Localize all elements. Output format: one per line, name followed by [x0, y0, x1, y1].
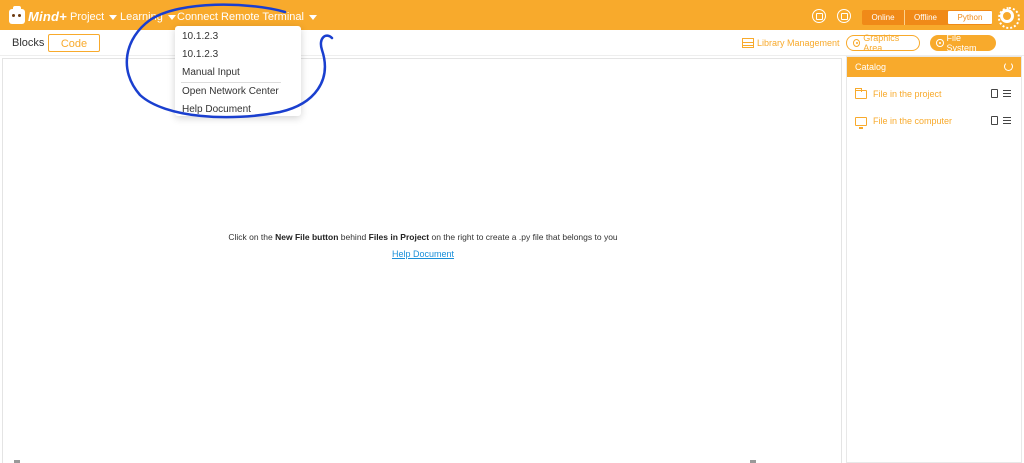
catalog-header: Catalog	[847, 57, 1021, 77]
menu-icon[interactable]	[1003, 90, 1011, 97]
dropdown-item-ip-2[interactable]: 10.1.2.3	[175, 46, 301, 64]
menu-icon[interactable]	[1003, 117, 1011, 124]
empty-hint: Click on the New File button behind File…	[3, 232, 843, 242]
menu-connect-remote-terminal[interactable]: Connect Remote Terminal	[177, 11, 317, 23]
menu-project-label: Project	[70, 11, 105, 23]
menu-learning[interactable]: Learning	[120, 11, 176, 23]
hint-text: Click on the	[228, 232, 276, 242]
hint-text: on the right to create a .py file that b…	[429, 232, 618, 242]
catalog-row-computer[interactable]: File in the computer	[847, 113, 1021, 129]
library-management-button[interactable]: Library Management	[742, 38, 840, 48]
logo-text: Mind+	[28, 8, 67, 24]
palette-icon	[853, 39, 861, 47]
hint-text: behind	[338, 232, 369, 242]
menu-project[interactable]: Project	[70, 11, 118, 23]
new-file-icon[interactable]	[991, 116, 998, 125]
help-document-link-label: Help Document	[391, 249, 455, 259]
graphics-area-button[interactable]: Graphics Area	[846, 33, 920, 53]
refresh-icon[interactable]	[1004, 62, 1013, 71]
library-management-label: Library Management	[757, 38, 840, 48]
catalog-panel: Catalog File in the project File in the …	[846, 56, 1022, 463]
circle-icon[interactable]	[812, 9, 826, 23]
robot-logo-icon	[9, 5, 25, 24]
top-bar: Mind+ Project Learning Connect Remote Te…	[0, 0, 1024, 30]
monitor-icon	[855, 116, 867, 129]
mode-python-button[interactable]: Python	[948, 11, 992, 24]
dropdown-item-manual-input[interactable]: Manual Input	[175, 64, 301, 82]
caret-down-icon	[167, 14, 176, 20]
gear-icon[interactable]	[998, 7, 1020, 29]
hint-bold-files-in-project: Files in Project	[368, 232, 430, 242]
circle-icon[interactable]	[837, 9, 851, 23]
graphics-area-label: Graphics Area	[863, 33, 900, 53]
catalog-row-label: File in the computer	[873, 116, 953, 126]
folder-icon	[855, 87, 867, 99]
palette-icon	[936, 39, 944, 47]
row-actions	[991, 89, 1011, 98]
catalog-row-project[interactable]: File in the project	[847, 86, 1021, 102]
connect-remote-dropdown: 10.1.2.3 10.1.2.3 Manual Input Open Netw…	[175, 26, 301, 116]
hint-bold-new-file: New File button	[275, 232, 339, 242]
catalog-row-label: File in the project	[873, 89, 942, 99]
caret-down-icon	[308, 14, 317, 20]
code-editor-area[interactable]: Click on the New File button behind File…	[2, 58, 842, 463]
dropdown-item-help-document[interactable]: Help Document	[175, 101, 301, 119]
file-system-label: File System	[946, 33, 977, 53]
row-actions	[991, 116, 1011, 125]
help-document-link[interactable]: Help Document	[3, 249, 843, 259]
new-file-icon[interactable]	[991, 89, 998, 98]
tab-code[interactable]: Code	[48, 34, 100, 52]
menu-connect-remote-terminal-label: Connect Remote Terminal	[177, 11, 304, 23]
dropdown-item-open-network-center[interactable]: Open Network Center	[175, 83, 301, 101]
mode-switch: Online Offline Python	[862, 10, 992, 25]
grid-icon	[742, 38, 754, 48]
menu-learning-label: Learning	[120, 11, 163, 23]
mode-offline-button[interactable]: Offline	[904, 10, 946, 25]
app-logo[interactable]: Mind+	[9, 5, 67, 25]
caret-down-icon	[109, 14, 118, 20]
sub-toolbar: Blocks Code Library Management Graphics …	[0, 30, 1024, 56]
dropdown-item-ip-1[interactable]: 10.1.2.3	[175, 28, 301, 46]
catalog-title: Catalog	[855, 62, 887, 72]
mode-online-button[interactable]: Online	[862, 10, 904, 25]
file-system-button[interactable]: File System	[930, 33, 996, 53]
